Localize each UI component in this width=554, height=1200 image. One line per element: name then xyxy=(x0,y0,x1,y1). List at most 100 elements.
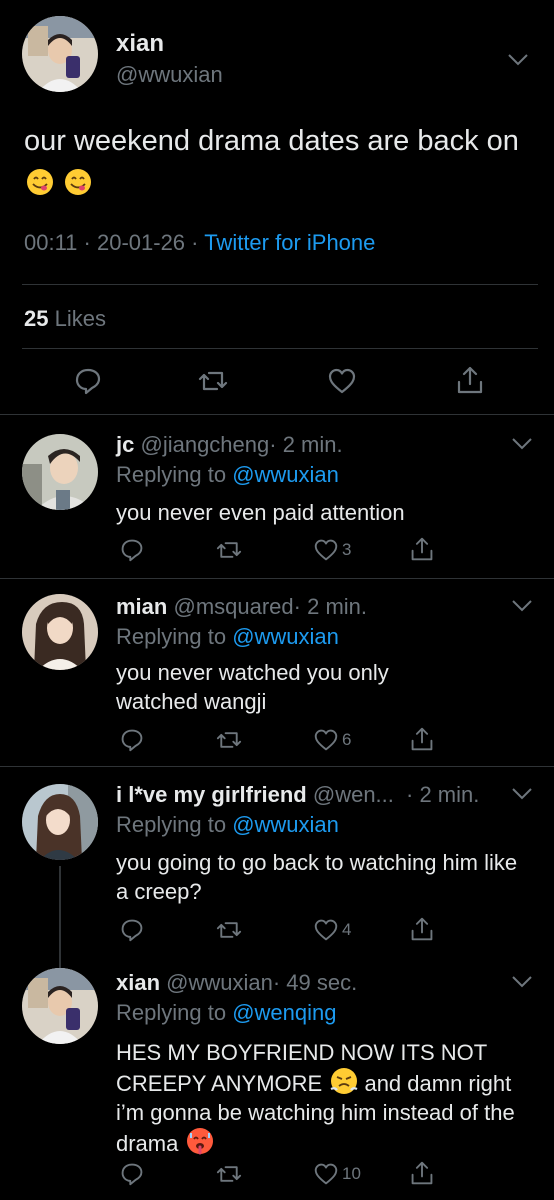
chevron-down-icon[interactable] xyxy=(512,600,532,612)
avatar-image xyxy=(22,784,98,860)
replying-to-link[interactable]: @wwuxian xyxy=(232,624,339,649)
tweet-timestamp: 00:11 · 20-01-26 · xyxy=(24,230,205,255)
replying-to-link[interactable]: @wwuxian xyxy=(232,462,339,487)
reply-time: · 2 min. xyxy=(406,782,480,807)
likes-label: Likes xyxy=(48,306,106,331)
reply-text: you never even paid attention xyxy=(116,500,405,525)
avatar-image xyxy=(22,594,98,670)
likes-count: 25 xyxy=(24,306,49,331)
retweet-icon xyxy=(216,922,242,938)
reply-button[interactable] xyxy=(120,1162,144,1186)
share-icon xyxy=(457,366,483,394)
reply-button[interactable] xyxy=(120,728,144,752)
share-button[interactable] xyxy=(456,365,484,395)
heart-icon xyxy=(328,368,356,394)
reply-button[interactable] xyxy=(120,918,144,942)
replying-to-label: Replying to xyxy=(116,1000,233,1025)
chevron-down-icon[interactable] xyxy=(508,54,528,66)
reply-author-handle[interactable]: @msquared xyxy=(173,594,293,619)
reply-icon xyxy=(121,1163,143,1186)
steam-from-nose-emoji-icon xyxy=(330,1068,358,1094)
reply-icon xyxy=(121,919,143,942)
avatar-xian[interactable] xyxy=(22,16,98,92)
replying-to: Replying to @wwuxian xyxy=(116,812,339,838)
like-count: 4 xyxy=(342,920,352,939)
retweet-icon xyxy=(216,1166,242,1182)
tweet-text-body: our weekend drama dates are back on xyxy=(24,125,519,157)
like-button[interactable]: 4 xyxy=(314,918,351,942)
reply-text: you going to go back to watching him lik… xyxy=(116,850,518,904)
reply-text: you never watched you only watched wangj… xyxy=(116,660,389,714)
reply-author-name[interactable]: mian xyxy=(116,594,167,619)
share-icon xyxy=(411,727,433,751)
reply-time: · 49 sec. xyxy=(272,970,358,995)
tweet-meta: 00:11 · 20-01-26 · Twitter for iPhone xyxy=(24,230,375,256)
reply-header: i l*ve my girlfriend @wen... · 2 min. xyxy=(116,782,479,808)
reply-author-handle[interactable]: @jiangcheng xyxy=(140,432,269,457)
reply-author-handle[interactable]: @wwuxian xyxy=(166,970,273,995)
avatar-image xyxy=(22,16,98,92)
avatar-xian[interactable] xyxy=(22,968,98,1044)
retweet-button[interactable] xyxy=(216,538,242,562)
avatar-jc[interactable] xyxy=(22,434,98,510)
author-name[interactable]: xian xyxy=(116,30,164,58)
replying-to-link[interactable]: @wwuxian xyxy=(232,812,339,837)
divider xyxy=(22,284,538,285)
heart-icon xyxy=(314,1163,338,1185)
like-button[interactable]: 6 xyxy=(314,728,351,752)
like-button[interactable] xyxy=(328,367,356,395)
retweet-icon xyxy=(198,371,228,391)
replying-to-label: Replying to xyxy=(116,624,233,649)
tweet-text: our weekend drama dates are back on xyxy=(24,120,534,204)
replying-to: Replying to @wenqing xyxy=(116,1000,336,1026)
like-button[interactable]: 3 xyxy=(314,538,351,562)
reply-time: · 2 min. xyxy=(269,432,343,457)
reply-author-name[interactable]: jc xyxy=(116,432,134,457)
like-count: 3 xyxy=(342,540,352,559)
reply-tweet: xian @wwuxian· 49 sec. Replying to @wenq… xyxy=(0,962,554,1200)
avatar-wenqing[interactable] xyxy=(22,784,98,860)
share-icon xyxy=(411,917,433,941)
avatar-image xyxy=(22,968,98,1044)
share-button[interactable] xyxy=(410,726,434,752)
retweet-button[interactable] xyxy=(216,728,242,752)
share-icon xyxy=(411,1161,433,1185)
retweet-button[interactable] xyxy=(216,1162,242,1186)
likes-stat[interactable]: 25 Likes xyxy=(24,306,106,332)
reply-button[interactable] xyxy=(120,538,144,562)
like-count: 10 xyxy=(342,1164,361,1183)
chevron-down-icon[interactable] xyxy=(512,976,532,988)
chevron-down-icon[interactable] xyxy=(512,438,532,450)
share-button[interactable] xyxy=(410,536,434,562)
reply-author-name[interactable]: xian xyxy=(116,970,160,995)
share-button[interactable] xyxy=(410,1160,434,1186)
like-count: 6 xyxy=(342,730,352,749)
retweet-button[interactable] xyxy=(216,918,242,942)
reply-tweet: jc @jiangcheng· 2 min. Replying to @wwux… xyxy=(0,414,554,579)
reply-text: HES MY BOYFRIEND NOW ITS NOT CREEPY ANYM… xyxy=(116,1038,516,1158)
reply-author-name[interactable]: i l*ve my girlfriend xyxy=(116,782,307,807)
reply-tweet: mian @msquared· 2 min. Replying to @wwux… xyxy=(0,578,554,767)
avatar-mian[interactable] xyxy=(22,594,98,670)
chevron-down-icon[interactable] xyxy=(512,788,532,800)
author-handle[interactable]: @wwuxian xyxy=(116,62,223,88)
like-button[interactable]: 10 xyxy=(314,1162,361,1186)
reply-header: xian @wwuxian· 49 sec. xyxy=(116,970,357,996)
reply-tweet: i l*ve my girlfriend @wen... · 2 min. Re… xyxy=(0,766,554,968)
tweet-source-link[interactable]: Twitter for iPhone xyxy=(204,230,375,255)
retweet-button[interactable] xyxy=(198,367,228,395)
replying-to: Replying to @wwuxian xyxy=(116,462,339,488)
yum-emoji-icon xyxy=(65,169,92,195)
share-icon xyxy=(411,537,433,561)
share-button[interactable] xyxy=(410,916,434,942)
replying-to-label: Replying to xyxy=(116,462,233,487)
reply-author-handle[interactable]: @wen... xyxy=(313,782,394,807)
reply-button[interactable] xyxy=(74,367,102,395)
replying-to-link[interactable]: @wenqing xyxy=(232,1000,336,1025)
retweet-icon xyxy=(216,732,242,748)
heart-icon xyxy=(314,539,338,561)
replying-to-label: Replying to xyxy=(116,812,233,837)
replying-to: Replying to @wwuxian xyxy=(116,624,339,650)
yum-emoji-icon xyxy=(27,169,53,195)
reply-icon xyxy=(121,539,143,562)
